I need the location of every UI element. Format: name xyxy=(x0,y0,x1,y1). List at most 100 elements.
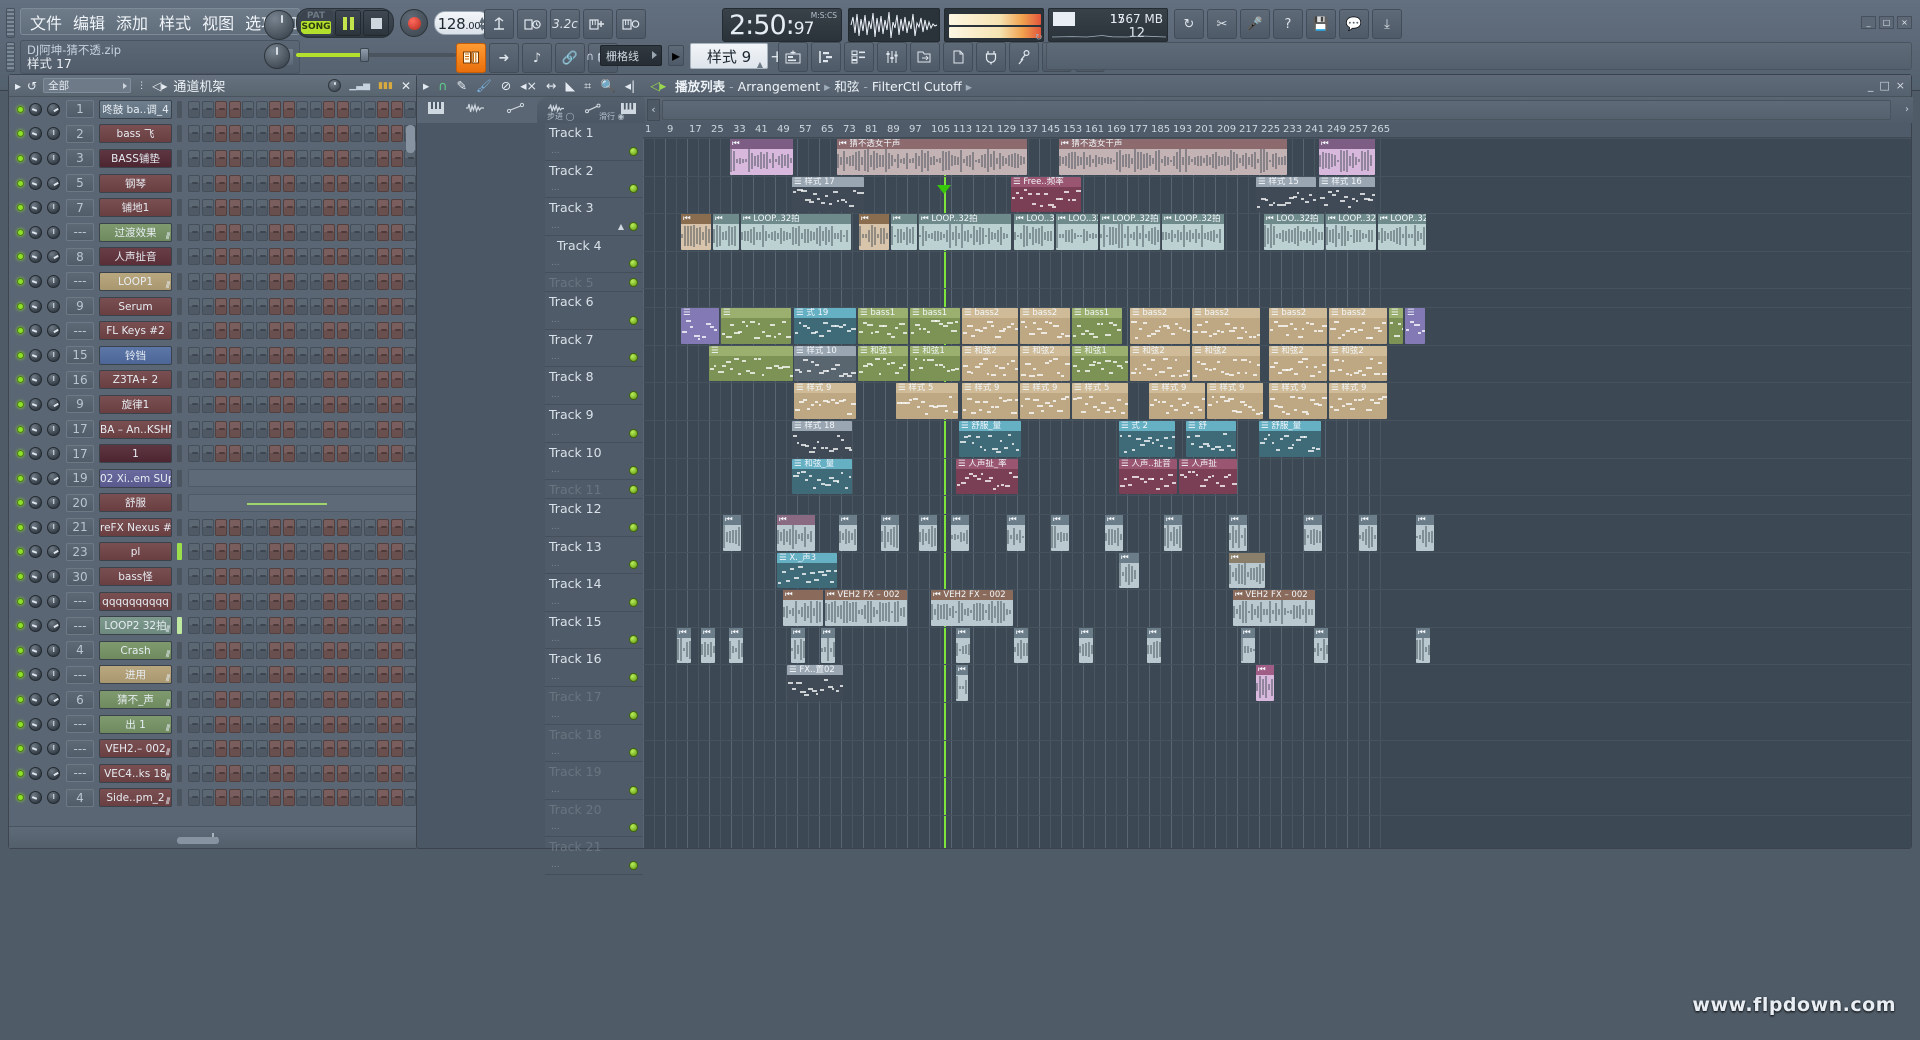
playlist-clip[interactable]: ☰ 样式 18 xyxy=(792,421,852,457)
step-button[interactable] xyxy=(229,445,241,462)
step-button[interactable] xyxy=(323,101,335,118)
scroll-left-button[interactable]: ‹ xyxy=(647,99,660,121)
step-button[interactable] xyxy=(310,248,322,265)
step-button[interactable] xyxy=(215,322,227,339)
track-header[interactable]: Track 15... xyxy=(545,612,643,650)
step-button[interactable] xyxy=(337,617,349,634)
playlist-clip[interactable]: ☰ 和弦2 xyxy=(1130,346,1190,382)
rack-undo-icon[interactable]: ↺ xyxy=(27,79,37,93)
step-sequencer-row[interactable] xyxy=(188,469,417,487)
master-pitch-knob[interactable] xyxy=(264,10,294,40)
channel-row[interactable]: 4 Crash ⫴ xyxy=(9,638,417,663)
step-button[interactable] xyxy=(269,593,281,610)
step-button[interactable] xyxy=(229,519,241,536)
step-button[interactable] xyxy=(283,175,295,192)
step-button[interactable] xyxy=(391,593,403,610)
step-button[interactable] xyxy=(215,273,227,290)
channel-mixer-number[interactable]: --- xyxy=(66,715,94,733)
step-button[interactable] xyxy=(188,593,200,610)
step-button[interactable] xyxy=(310,273,322,290)
step-button[interactable] xyxy=(391,691,403,708)
step-button[interactable] xyxy=(269,273,281,290)
channel-enable-led[interactable] xyxy=(17,671,24,678)
rack-menu-dots-icon[interactable]: ⋮ xyxy=(137,81,146,91)
step-button[interactable] xyxy=(215,396,227,413)
step-button[interactable] xyxy=(377,322,389,339)
step-button[interactable] xyxy=(310,519,322,536)
step-sequencer-row[interactable] xyxy=(188,716,417,733)
playhead-marker-icon[interactable] xyxy=(937,185,951,194)
channel-row[interactable]: 7 铺地1 xyxy=(9,195,417,220)
paint-tool-icon[interactable]: 🖌 xyxy=(476,78,492,94)
step-button[interactable] xyxy=(229,617,241,634)
step-sequencer-row[interactable] xyxy=(188,494,417,512)
channel-mixer-number[interactable]: 5 xyxy=(66,174,94,192)
channel-row[interactable]: 20 舒服 xyxy=(9,491,417,516)
step-button[interactable] xyxy=(256,789,268,806)
track-enable-led[interactable] xyxy=(629,823,638,832)
channel-volume-knob[interactable] xyxy=(47,570,60,583)
mute-tool-icon[interactable]: ⊘ xyxy=(501,78,511,93)
step-button[interactable] xyxy=(215,519,227,536)
channel-name-button[interactable]: 1 xyxy=(99,444,172,463)
playlist-clip[interactable]: ⏮ xyxy=(1304,515,1322,551)
channel-pan-knob[interactable] xyxy=(29,226,42,239)
step-button[interactable] xyxy=(364,273,376,290)
step-button[interactable] xyxy=(350,150,362,167)
channel-row[interactable]: --- VEC4..ks 18 ⫴ xyxy=(9,761,417,786)
step-button[interactable] xyxy=(283,125,295,142)
playlist-clip[interactable]: ⏮ xyxy=(681,214,711,250)
step-button[interactable] xyxy=(229,248,241,265)
step-button[interactable] xyxy=(242,789,254,806)
menu-item-pattern[interactable]: 样式 xyxy=(159,10,191,34)
step-button[interactable] xyxy=(188,101,200,118)
step-button[interactable] xyxy=(188,298,200,315)
step-button[interactable] xyxy=(377,224,389,241)
step-button[interactable] xyxy=(202,347,214,364)
playlist-clip[interactable]: ☰ 样式 10 xyxy=(794,346,856,382)
track-enable-led[interactable] xyxy=(629,259,638,268)
step-button[interactable] xyxy=(323,175,335,192)
step-button[interactable] xyxy=(188,224,200,241)
channel-row[interactable]: --- VEH2.– 002 ⫴ xyxy=(9,736,417,761)
playlist-clip[interactable]: ⏮ xyxy=(1007,515,1025,551)
channel-pan-knob[interactable] xyxy=(29,152,42,165)
track-handle-icon[interactable]: ... xyxy=(551,465,560,475)
step-button[interactable] xyxy=(269,445,281,462)
channel-pan-knob[interactable] xyxy=(29,423,42,436)
step-button[interactable] xyxy=(350,298,362,315)
channel-row[interactable]: 4 Side..pm_2 ⫴ xyxy=(9,786,417,811)
step-button[interactable] xyxy=(215,101,227,118)
step-button[interactable] xyxy=(269,740,281,757)
step-button[interactable] xyxy=(283,298,295,315)
channel-mixer-number[interactable]: 1 xyxy=(66,100,94,118)
channel-enable-led[interactable] xyxy=(17,352,24,359)
channel-mixer-number[interactable]: 2 xyxy=(66,125,94,143)
step-button[interactable] xyxy=(337,175,349,192)
step-button[interactable] xyxy=(269,666,281,683)
step-button[interactable] xyxy=(283,519,295,536)
step-button[interactable] xyxy=(202,150,214,167)
step-button[interactable] xyxy=(377,199,389,216)
channel-mixer-number[interactable]: --- xyxy=(66,592,94,610)
channel-row[interactable]: 15 铃铛 xyxy=(9,343,417,368)
playlist-clip[interactable]: ☰ 样式 15 xyxy=(1256,177,1316,213)
step-button[interactable] xyxy=(350,765,362,782)
track-header[interactable]: Track 16... xyxy=(545,649,643,687)
playlist-clip[interactable]: ⏮ xyxy=(919,515,937,551)
step-button[interactable] xyxy=(364,716,376,733)
playlist-clip[interactable]: ☰ 和弦1 xyxy=(858,346,908,382)
step-button[interactable] xyxy=(337,101,349,118)
playlist-clip[interactable]: ☰ bass2 xyxy=(1269,308,1327,344)
step-button[interactable] xyxy=(256,396,268,413)
playlist-clip[interactable]: ☰ bass1 xyxy=(1072,308,1122,344)
step-button[interactable] xyxy=(350,396,362,413)
step-button[interactable] xyxy=(188,396,200,413)
step-button[interactable] xyxy=(202,421,214,438)
playlist-time-ruler[interactable]: 1 9 17 25 33 41 49 57 65 73 81 89 97 105 113 121 129 137 1… xyxy=(643,123,1911,138)
step-button[interactable] xyxy=(188,716,200,733)
step-button[interactable] xyxy=(364,642,376,659)
playlist-clip[interactable]: ☰ bass2 xyxy=(1329,308,1387,344)
step-button[interactable] xyxy=(202,666,214,683)
step-button[interactable] xyxy=(188,617,200,634)
